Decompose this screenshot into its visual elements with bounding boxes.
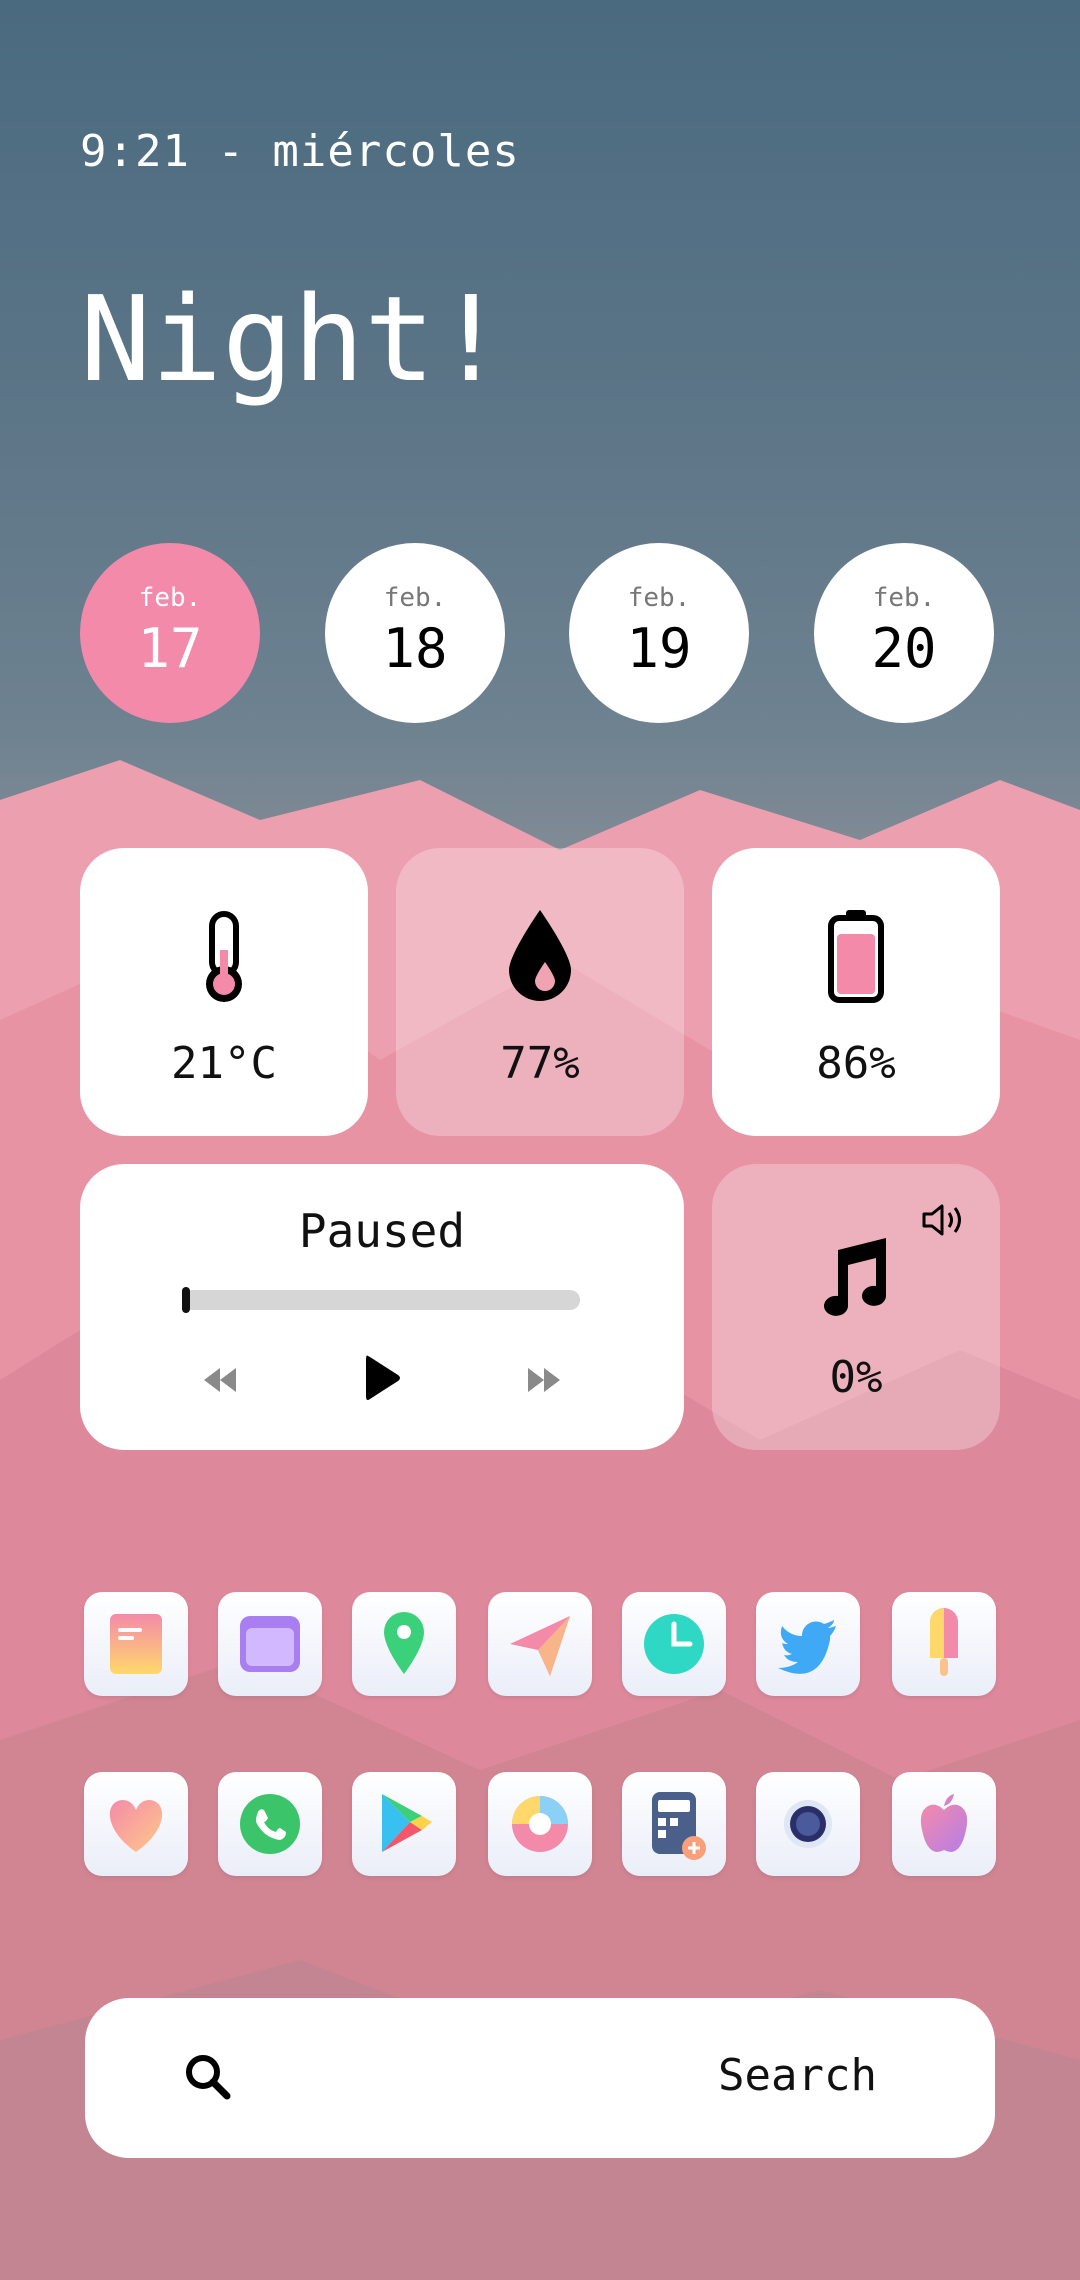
date-month: feb. — [138, 583, 202, 613]
media-player-widget: Paused — [80, 1164, 684, 1450]
thermometer-icon — [80, 910, 368, 1010]
search-icon — [175, 2044, 243, 2112]
battery-value: 86% — [816, 1038, 896, 1089]
date-month: feb. — [872, 583, 936, 613]
health-app-icon[interactable] — [84, 1772, 188, 1876]
camera-app-icon[interactable] — [756, 1772, 860, 1876]
humidity-widget[interactable]: 77% — [396, 848, 684, 1136]
volume-value: 0% — [829, 1352, 883, 1403]
media-progress-handle[interactable] — [182, 1287, 190, 1313]
app-row-2 — [80, 1772, 1000, 1876]
date-strip: feb. 17 feb. 18 feb. 19 feb. 20 — [80, 543, 994, 723]
speaker-icon[interactable] — [920, 1200, 970, 1240]
clock-app-icon[interactable] — [622, 1592, 726, 1696]
date-chip-20[interactable]: feb. 20 — [814, 543, 994, 723]
date-day: 19 — [626, 617, 692, 680]
play-icon[interactable] — [360, 1352, 404, 1404]
twitter-app-icon[interactable] — [756, 1592, 860, 1696]
humidity-value: 77% — [500, 1038, 580, 1089]
media-status: Paused — [298, 1204, 466, 1258]
date-month: feb. — [383, 583, 447, 613]
chart-app-icon[interactable] — [488, 1772, 592, 1876]
date-day: 20 — [871, 617, 937, 680]
search-bar[interactable]: Search — [85, 1998, 995, 2158]
send-app-icon[interactable] — [488, 1592, 592, 1696]
play-store-app-icon[interactable] — [352, 1772, 456, 1876]
apple-app-icon[interactable] — [892, 1772, 996, 1876]
app-row-1 — [80, 1592, 1000, 1696]
whatsapp-app-icon[interactable] — [218, 1772, 322, 1876]
date-chip-18[interactable]: feb. 18 — [325, 543, 505, 723]
rewind-icon[interactable] — [200, 1360, 240, 1400]
temperature-value: 21°C — [171, 1038, 277, 1089]
date-day: 17 — [137, 617, 203, 680]
maps-app-icon[interactable] — [352, 1592, 456, 1696]
time-day-label: 9:21 - miércoles — [80, 126, 520, 177]
temperature-widget[interactable]: 21°C — [80, 848, 368, 1136]
date-chip-17[interactable]: feb. 17 — [80, 543, 260, 723]
date-chip-19[interactable]: feb. 19 — [569, 543, 749, 723]
date-day: 18 — [382, 617, 448, 680]
popsicle-app-icon[interactable] — [892, 1592, 996, 1696]
fast-forward-icon[interactable] — [524, 1360, 564, 1400]
date-month: feb. — [627, 583, 691, 613]
media-progress-bar[interactable] — [182, 1287, 580, 1313]
volume-widget[interactable]: 0% — [712, 1164, 1000, 1450]
search-label: Search — [718, 2050, 877, 2101]
files-app-icon[interactable] — [218, 1592, 322, 1696]
music-note-icon — [708, 1236, 1000, 1324]
mail-app-icon[interactable] — [84, 1592, 188, 1696]
water-drop-icon — [396, 906, 684, 1006]
greeting-title: Night! — [80, 270, 507, 408]
battery-widget[interactable]: 86% — [712, 848, 1000, 1136]
battery-icon — [712, 908, 1000, 1008]
calculator-app-icon[interactable] — [622, 1772, 726, 1876]
